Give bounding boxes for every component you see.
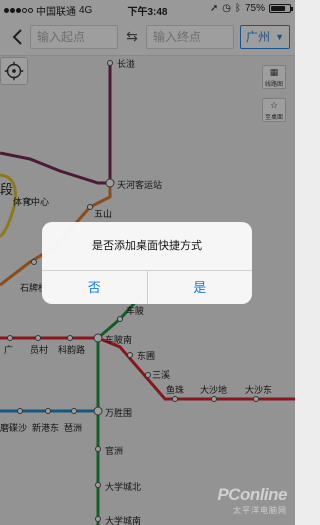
- dialog-message: 是否添加桌面快捷方式: [42, 222, 252, 271]
- watermark: PConline 太平洋电脑网: [177, 485, 287, 519]
- watermark-sub: 太平洋电脑网: [233, 506, 287, 515]
- watermark-brand: PConline: [217, 485, 287, 504]
- add-shortcut-dialog: 是否添加桌面快捷方式 否 是: [42, 222, 252, 304]
- dialog-buttons: 否 是: [42, 271, 252, 304]
- yes-button[interactable]: 是: [148, 271, 253, 304]
- no-button[interactable]: 否: [42, 271, 148, 304]
